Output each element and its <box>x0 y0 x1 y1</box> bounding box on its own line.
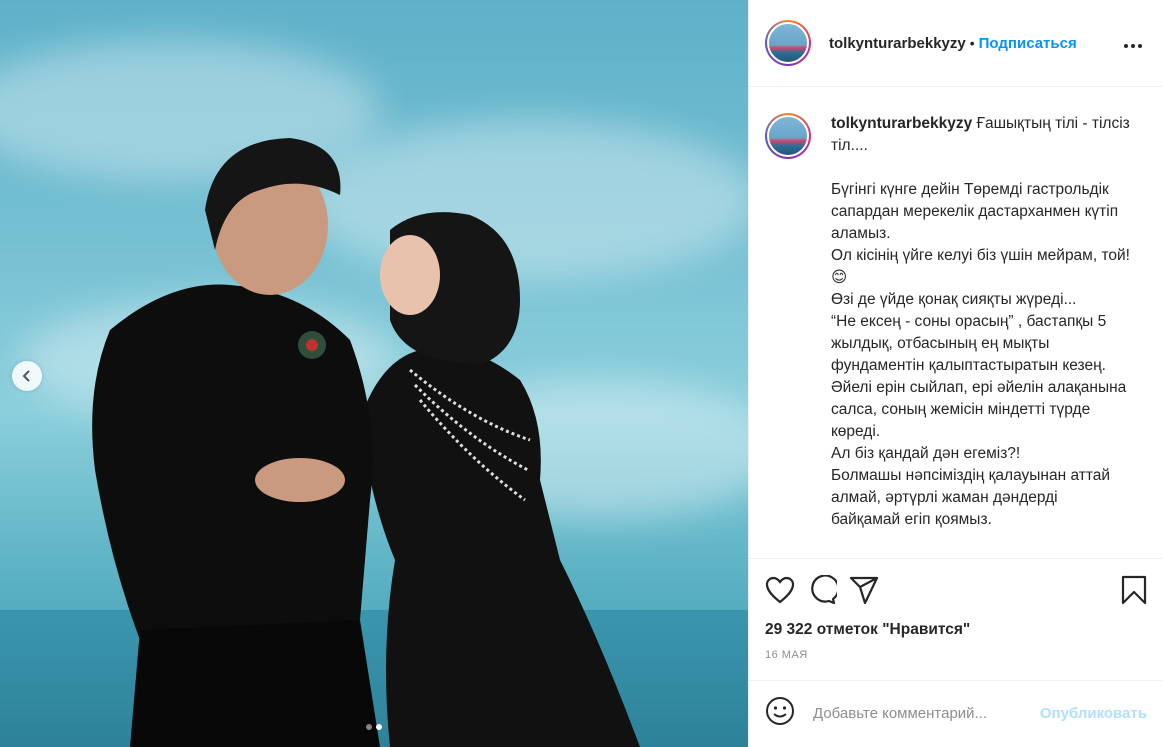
caption-text: Ғашықтың тілі - тілсіз тіл.... Бүгінгі к… <box>831 115 1130 529</box>
publish-button[interactable]: Опубликовать <box>1040 705 1147 722</box>
post-actions: 29 322 отметок "Нравится" 16 МАЯ <box>749 558 1163 661</box>
post-date[interactable]: 16 МАЯ <box>765 649 1147 661</box>
emoji-icon[interactable] <box>765 696 795 731</box>
follow-button[interactable]: Подписаться <box>979 35 1077 52</box>
post-header: tolkynturarbekkyzy • Подписаться <box>749 0 1163 88</box>
bookmark-icon[interactable] <box>1121 575 1147 605</box>
carousel-dots <box>366 724 382 730</box>
header-username[interactable]: tolkynturarbekkyzy <box>829 35 966 52</box>
carousel-dot[interactable] <box>366 724 372 730</box>
post-sidebar: tolkynturarbekkyzy • Подписаться tolkynt… <box>748 0 1163 747</box>
action-icons <box>765 573 1147 607</box>
caption-avatar[interactable] <box>765 113 811 160</box>
share-icon[interactable] <box>849 575 879 605</box>
carousel-dot-active[interactable] <box>376 724 382 730</box>
likes-count[interactable]: 29 322 отметок "Нравится" <box>765 621 1147 639</box>
avatar[interactable] <box>765 20 811 67</box>
carousel-prev-button[interactable] <box>12 361 42 391</box>
comment-icon[interactable] <box>807 575 837 605</box>
heart-icon[interactable] <box>765 576 795 604</box>
chevron-left-icon <box>22 370 30 382</box>
post-photo[interactable] <box>0 0 748 747</box>
comments-area[interactable]: tolkynturarbekkyzy Ғашықтың тілі - тілсі… <box>749 87 1163 558</box>
caption-username[interactable]: tolkynturarbekkyzy <box>831 115 972 132</box>
post-modal: tolkynturarbekkyzy • Подписаться tolkynt… <box>0 0 1163 747</box>
separator-dot: • <box>969 35 975 52</box>
add-comment-bar: Опубликовать <box>749 679 1163 747</box>
couple-figure <box>92 138 640 747</box>
more-options-icon[interactable] <box>1123 33 1147 54</box>
comment-input[interactable] <box>813 705 1040 723</box>
post-caption: tolkynturarbekkyzy Ғашықтың тілі - тілсі… <box>831 113 1131 558</box>
